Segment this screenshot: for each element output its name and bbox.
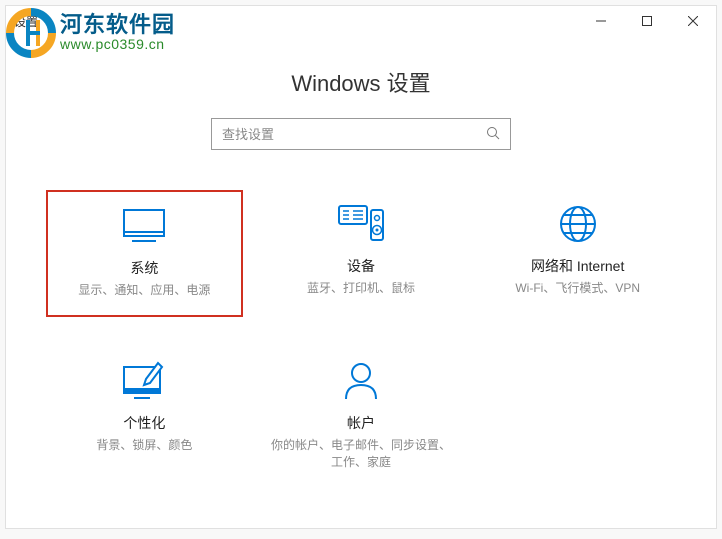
tile-title: 设备 bbox=[347, 256, 375, 276]
close-button[interactable] bbox=[670, 6, 716, 36]
settings-window: 河东软件园 www.pc0359.cn 设置 Windows 设置 bbox=[5, 5, 717, 529]
minimize-button[interactable] bbox=[578, 6, 624, 36]
tile-desc: 显示、通知、应用、电源 bbox=[78, 282, 210, 299]
tile-title: 系统 bbox=[130, 258, 158, 278]
tile-desc: 你的帐户、电子邮件、同步设置、工作、家庭 bbox=[271, 437, 452, 471]
accounts-icon bbox=[343, 359, 379, 403]
watermark-text: 河东软件园 www.pc0359.cn bbox=[60, 13, 175, 53]
system-icon bbox=[122, 204, 166, 248]
tile-title: 网络和 Internet bbox=[531, 256, 624, 276]
tile-desc: Wi-Fi、飞行模式、VPN bbox=[515, 280, 640, 297]
titlebar-controls bbox=[578, 6, 716, 36]
watermark-name: 河东软件园 bbox=[60, 13, 175, 37]
watermark-logo bbox=[6, 8, 56, 58]
page-title: Windows 设置 bbox=[6, 66, 716, 98]
tile-accounts[interactable]: 帐户 你的帐户、电子邮件、同步设置、工作、家庭 bbox=[263, 347, 460, 487]
tile-title: 个性化 bbox=[123, 413, 165, 433]
tile-title: 帐户 bbox=[347, 413, 375, 433]
settings-tiles: 系统 显示、通知、应用、电源 设备 bbox=[6, 190, 716, 486]
search-box[interactable] bbox=[211, 118, 511, 150]
tile-personalization[interactable]: 个性化 背景、锁屏、颜色 bbox=[46, 347, 243, 487]
tile-devices[interactable]: 设备 蓝牙、打印机、鼠标 bbox=[263, 190, 460, 317]
tile-desc: 蓝牙、打印机、鼠标 bbox=[307, 280, 415, 297]
tile-network[interactable]: 网络和 Internet Wi-Fi、飞行模式、VPN bbox=[479, 190, 676, 317]
watermark: 河东软件园 www.pc0359.cn bbox=[6, 8, 175, 58]
search-icon bbox=[486, 126, 500, 143]
search-input[interactable] bbox=[222, 127, 486, 142]
watermark-url: www.pc0359.cn bbox=[60, 37, 175, 52]
personalization-icon bbox=[122, 359, 166, 403]
maximize-button[interactable] bbox=[624, 6, 670, 36]
tile-system[interactable]: 系统 显示、通知、应用、电源 bbox=[46, 190, 243, 317]
devices-icon bbox=[337, 202, 385, 246]
tile-desc: 背景、锁屏、颜色 bbox=[96, 437, 192, 454]
network-icon bbox=[558, 202, 598, 246]
